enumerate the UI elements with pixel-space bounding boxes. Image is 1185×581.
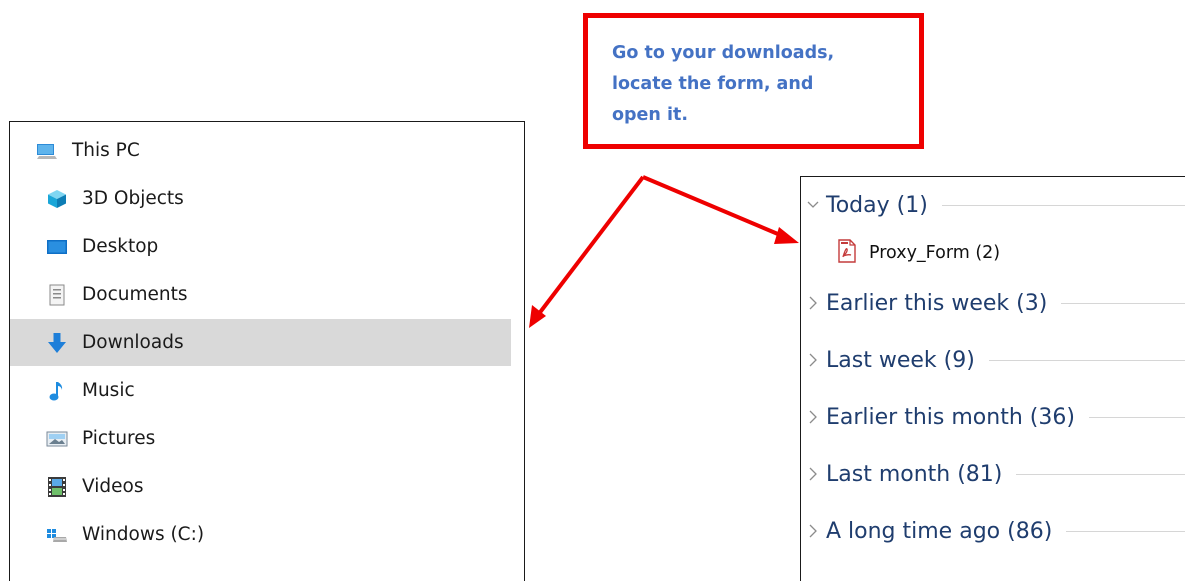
- group-heading: Earlier this week (3): [826, 290, 1048, 316]
- group-heading: A long time ago (86): [826, 518, 1053, 544]
- chevron-right-icon: [809, 524, 817, 538]
- nav-item-label: 3D Objects: [82, 188, 184, 209]
- arrow-to-proxy-form: [642, 175, 799, 244]
- callout-line: open it.: [612, 105, 688, 125]
- group-last-week[interactable]: Last week (9): [801, 340, 1185, 380]
- desktop-icon: [46, 236, 68, 258]
- chevron-down-icon: [807, 201, 819, 208]
- nav-item-music[interactable]: Music: [10, 367, 511, 414]
- nav-item-this-pc[interactable]: This PC: [10, 127, 511, 174]
- documents-icon: [46, 284, 68, 306]
- group-divider: [1016, 473, 1185, 475]
- nav-item-label: Videos: [82, 476, 144, 497]
- nav-item-label: Music: [82, 380, 135, 401]
- group-heading: Today (1): [826, 192, 928, 218]
- group-divider: [1061, 302, 1185, 304]
- downloads-list-pane: Today (1) Proxy_Form (2) Earlier this we…: [800, 176, 1185, 581]
- group-earlier-this-month[interactable]: Earlier this month (36): [801, 397, 1185, 437]
- group-earlier-this-week[interactable]: Earlier this week (3): [801, 283, 1185, 323]
- group-a-long-time-ago[interactable]: A long time ago (86): [801, 511, 1185, 551]
- nav-item-label: Documents: [82, 284, 188, 305]
- group-today[interactable]: Today (1): [801, 185, 1185, 225]
- file-name: Proxy_Form (2): [869, 243, 1001, 263]
- chevron-right-icon: [809, 296, 817, 310]
- nav-item-label: Pictures: [82, 428, 156, 449]
- nav-item-pictures[interactable]: Pictures: [10, 415, 511, 462]
- nav-item-windows-drive[interactable]: Windows (C:): [10, 511, 511, 558]
- nav-item-downloads[interactable]: Downloads: [10, 319, 511, 366]
- nav-item-desktop[interactable]: Desktop: [10, 223, 511, 270]
- nav-item-label: This PC: [72, 140, 140, 161]
- pictures-icon: [46, 428, 68, 450]
- group-divider: [1088, 416, 1185, 418]
- callout-line: locate the form, and: [612, 74, 814, 94]
- nav-item-documents[interactable]: Documents: [10, 271, 511, 318]
- nav-item-label: Downloads: [82, 332, 184, 353]
- nav-item-3d-objects[interactable]: 3D Objects: [10, 175, 511, 222]
- 3d-objects-icon: [46, 188, 68, 210]
- arrow-to-downloads-folder: [529, 175, 645, 328]
- group-heading: Earlier this month (36): [826, 404, 1075, 430]
- callout-line: Go to your downloads,: [612, 43, 835, 63]
- nav-item-videos[interactable]: Videos: [10, 463, 511, 510]
- group-divider: [1066, 530, 1185, 532]
- group-divider: [941, 204, 1185, 206]
- group-divider: [988, 359, 1185, 361]
- pdf-file-icon: [837, 238, 857, 268]
- music-icon: [46, 380, 68, 402]
- windows-drive-icon: [46, 524, 68, 546]
- group-last-month[interactable]: Last month (81): [801, 454, 1185, 494]
- chevron-right-icon: [809, 467, 817, 481]
- nav-item-label: Desktop: [82, 236, 159, 257]
- group-heading: Last week (9): [826, 347, 975, 373]
- instruction-callout: Go to your downloads, locate the form, a…: [583, 13, 924, 149]
- this-pc-icon: [36, 140, 58, 162]
- chevron-right-icon: [809, 353, 817, 367]
- videos-icon: [46, 476, 68, 498]
- navigation-pane: This PC 3D Objects Desktop Documents Dow…: [9, 121, 525, 581]
- downloads-icon: [46, 332, 68, 354]
- file-item-proxy-form[interactable]: Proxy_Form (2): [837, 237, 1000, 269]
- nav-item-label: Windows (C:): [82, 524, 205, 545]
- group-heading: Last month (81): [826, 461, 1003, 487]
- chevron-right-icon: [809, 410, 817, 424]
